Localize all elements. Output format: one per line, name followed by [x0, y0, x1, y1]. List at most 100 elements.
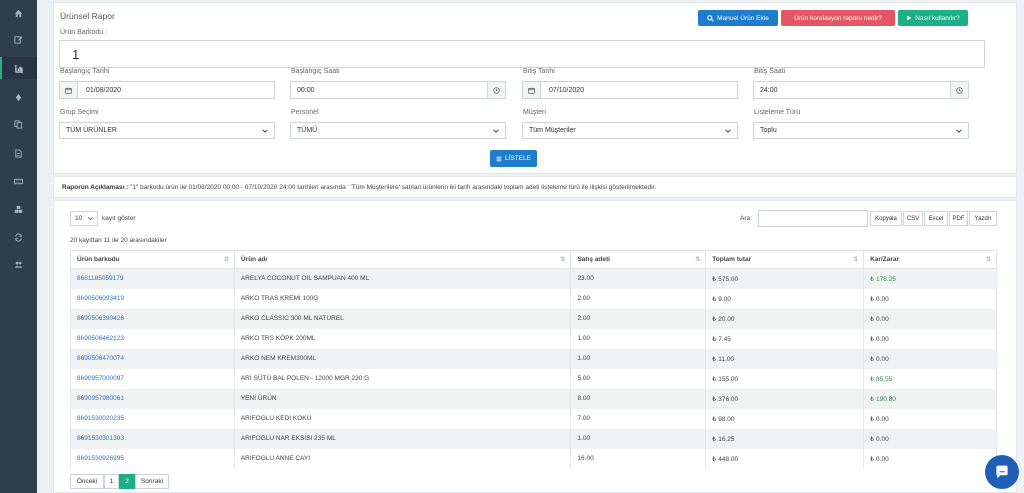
sidebar-item-documents[interactable]	[0, 142, 37, 164]
sidebar-item-sync[interactable]	[0, 226, 37, 248]
report-form-panel: Ürünsel Rapor Manuel Ürün Ekle Ürün kore…	[53, 2, 1017, 174]
sidebar-item-reports[interactable]	[0, 57, 37, 79]
group-select-value: TÜM ÜRÜNLER	[66, 127, 117, 134]
total-amount: ₺ 575.00	[705, 268, 865, 289]
product-name: ARKO NEM KREM300ML	[233, 348, 572, 369]
pagination-prev[interactable]: Önceki	[70, 474, 104, 489]
edit-icon	[14, 35, 23, 44]
copy-icon	[14, 119, 23, 129]
table-row: 8691530020235 ARIFOGLU KEDI KOKU 7.00 ₺ 98.…	[70, 408, 997, 429]
total-amount: ₺ 376.00	[705, 388, 865, 409]
users-icon	[14, 261, 23, 268]
list-icon	[496, 156, 502, 161]
pagination-page-2[interactable]: 2	[119, 474, 135, 489]
group-select[interactable]: TÜM ÜRÜNLER	[59, 122, 275, 139]
sales-qty: 1.00	[570, 328, 707, 349]
how-to-button[interactable]: Nasıl kullanılır?	[898, 10, 968, 26]
col-name[interactable]: Ürün adı ⇅	[233, 250, 572, 269]
list-type-select[interactable]: Toplu	[753, 122, 969, 139]
barcode-link[interactable]: 8691530301303	[70, 428, 235, 449]
total-amount: ₺ 16.25	[705, 428, 865, 449]
start-time-label: Başlangıç Saati	[291, 68, 340, 75]
start-date-label: Başlangıç Tarihi	[60, 68, 110, 75]
sort-icon: ⇅	[560, 257, 566, 263]
profit-loss: ₺ 0.00	[863, 448, 997, 469]
results-panel: 10 kayıt göster Ara: Kopyala CSV Excel P…	[53, 200, 1017, 493]
barcode-link[interactable]: 8681185059179	[70, 268, 235, 289]
live-chat-button[interactable]	[985, 455, 1019, 489]
sidebar-item-edit[interactable]	[0, 28, 37, 50]
pagination-next[interactable]: Sonraki	[135, 474, 169, 489]
page-title: Ürünsel Rapor	[60, 11, 115, 21]
excel-button[interactable]: Excel	[924, 211, 948, 226]
start-date-field[interactable]: 01/08/2020	[59, 81, 275, 99]
barcode-link[interactable]: 8691530926995	[70, 448, 235, 469]
product-name: ARIFOGLU ANNE CAYI	[233, 448, 572, 469]
product-name: ARKO CLASSIC 300 ML NATUREL	[233, 308, 572, 329]
csv-button[interactable]: CSV	[903, 211, 923, 226]
barcode-link[interactable]: 8690957000097	[70, 368, 235, 389]
description-label: Raporun Açıklaması :	[62, 184, 129, 191]
end-time-value: 24:00	[760, 86, 778, 94]
chat-icon	[996, 465, 1008, 479]
correlation-info-label: Ürün korelasyon raporu nedir?	[794, 14, 882, 22]
sales-qty: 1.00	[570, 428, 707, 449]
sidebar-item-products[interactable]	[0, 86, 37, 108]
staff-select[interactable]: TÜMÜ	[290, 122, 506, 139]
description-panel: Raporun Açıklaması : "1" barkodu ürün il…	[53, 176, 1017, 198]
barcode-link[interactable]: 8690506462123	[70, 328, 235, 349]
customer-select[interactable]: Tüm Müşteriler	[522, 122, 738, 139]
list-type-select-value: Toplu	[760, 127, 777, 134]
profit-loss: ₺ 0.00	[863, 328, 997, 349]
sort-icon: ⇅	[695, 257, 701, 263]
barcode-link[interactable]: 8691530020235	[70, 408, 235, 429]
barcode-input[interactable]: 1	[59, 40, 985, 68]
start-time-field[interactable]: 00:00	[290, 81, 506, 99]
total-amount: ₺ 9.00	[705, 288, 865, 309]
calendar-icon	[523, 82, 541, 98]
sidebar-item-stock[interactable]	[0, 198, 37, 220]
sales-qty: 23.00	[570, 268, 707, 289]
pagination-page-1[interactable]: 1	[104, 474, 119, 489]
chevron-down-icon	[956, 128, 962, 133]
correlation-info-button[interactable]: Ürün korelasyon raporu nedir?	[781, 10, 895, 26]
list-button[interactable]: LİSTELE	[490, 150, 537, 167]
manual-add-button[interactable]: Manuel Ürün Ekle	[698, 10, 778, 26]
col-profit[interactable]: Kar/Zarar ⇅	[863, 250, 997, 269]
table-row: 8690957980061 YENİ ÜRÜN 8.00 ₺ 376.00 ₺ 190.…	[70, 388, 997, 409]
how-to-label: Nasıl kullanılır?	[915, 14, 960, 22]
sidebar-item-home[interactable]	[0, 2, 37, 24]
profit-loss: ₺ 85.55	[863, 368, 997, 389]
sidebar-item-keyboard[interactable]	[0, 170, 37, 192]
pdf-button[interactable]: PDF	[949, 211, 968, 226]
col-total[interactable]: Toplam tutar ⇅	[705, 250, 865, 269]
total-amount: ₺ 98.00	[705, 408, 865, 429]
end-date-field[interactable]: 07/10/2020	[522, 81, 738, 99]
end-date-value: 07/10/2020	[549, 86, 585, 94]
barcode-link[interactable]: 8690506470074	[70, 348, 235, 369]
product-name: ARIFOGLU KEDI KOKU	[233, 408, 572, 429]
col-qty[interactable]: Satış adeti ⇅	[570, 250, 707, 269]
print-button[interactable]: Yazdır	[969, 211, 997, 226]
search-plus-icon	[707, 14, 714, 22]
play-icon	[907, 15, 912, 21]
list-type-label: Listeleme Türü	[754, 109, 801, 116]
page-size-select[interactable]: 10	[70, 211, 98, 226]
profit-loss: ₺ 0.00	[863, 408, 997, 429]
copy-button[interactable]: Kopyala	[870, 211, 902, 226]
chevron-down-icon	[262, 128, 268, 133]
profit-loss: ₺ 0.00	[863, 288, 997, 309]
col-barcode[interactable]: Ürün barkodu ⇵	[70, 250, 235, 269]
sidebar-item-users[interactable]	[0, 253, 37, 275]
barcode-link[interactable]: 8690506390426	[70, 308, 235, 329]
profit-loss: ₺ 178.25	[863, 268, 997, 289]
barcode-link[interactable]: 8690957980061	[70, 388, 235, 409]
sidebar-item-copy[interactable]	[0, 113, 37, 135]
profit-loss: ₺ 0.00	[863, 348, 997, 369]
total-amount: ₺ 155.00	[705, 368, 865, 389]
end-time-field[interactable]: 24:00	[753, 81, 969, 99]
sales-qty: 5.00	[570, 368, 707, 389]
search-input[interactable]	[758, 210, 868, 227]
barcode-link[interactable]: 8690506093419	[70, 288, 235, 309]
sales-qty: 7.00	[570, 408, 707, 429]
